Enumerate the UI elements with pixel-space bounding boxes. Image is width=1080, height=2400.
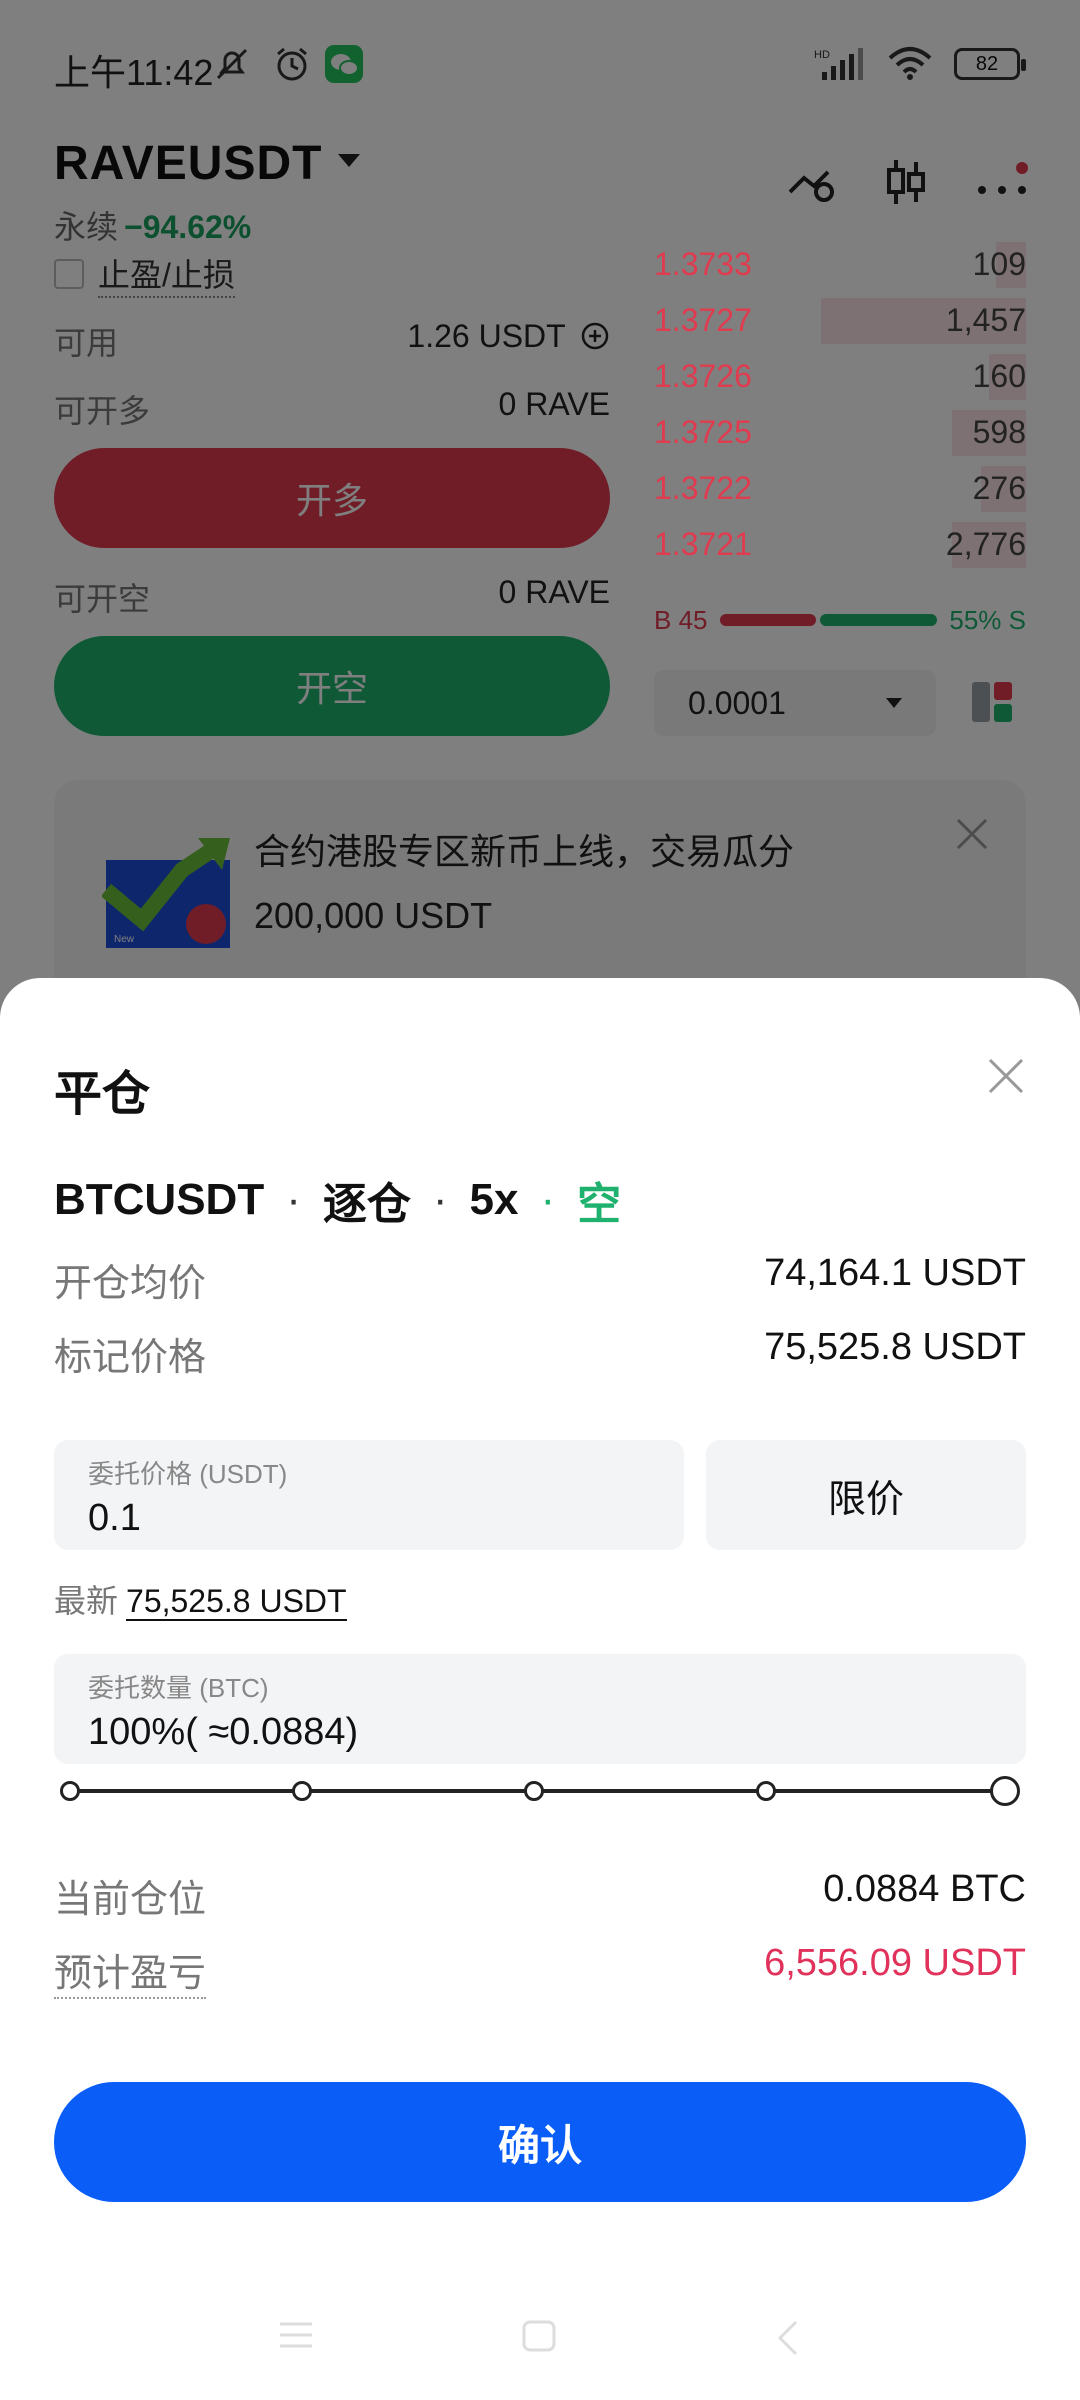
mark-price-row: 标记价格 75,525.8 USDT <box>54 1326 1026 1381</box>
slider-node-75[interactable] <box>756 1781 776 1801</box>
pnl-value: 6,556.09 USDT <box>764 1942 1026 1984</box>
margin-mode: 逐仓 <box>322 1180 411 1229</box>
ask-qty: 276 <box>972 469 1026 506</box>
screen: 上午11:42 HD <box>0 0 1080 2400</box>
position-summary: BTCUSDT · 逐仓 · 5x · 空 <box>54 1168 621 1232</box>
latest-value-link[interactable]: 75,525.8 USDT <box>126 1583 347 1621</box>
latest-label: 最新 <box>54 1583 119 1619</box>
system-nav-bar <box>0 2280 1080 2400</box>
qty-slider[interactable] <box>60 1776 1020 1806</box>
latest-price: 最新 75,525.8 USDT <box>54 1576 347 1622</box>
slider-node-50[interactable] <box>524 1781 544 1801</box>
menu-icon[interactable] <box>278 2320 314 2350</box>
close-position-sheet: 平仓 BTCUSDT · 逐仓 · 5x · 空 开仓均价 74,164.1 U… <box>0 978 1080 2400</box>
ask-price: 1.3727 <box>654 301 752 338</box>
ask-price: 1.3725 <box>654 413 752 450</box>
ask-price: 1.3722 <box>654 469 752 506</box>
slider-handle[interactable] <box>990 1776 1020 1806</box>
ask-qty: 160 <box>972 357 1026 394</box>
home-icon[interactable] <box>522 2320 556 2352</box>
avg-open-label: 开仓均价 <box>54 1263 207 1305</box>
close-icon[interactable] <box>986 1056 1026 1096</box>
separator-dot: · <box>286 1175 301 1224</box>
position-label: 当前仓位 <box>54 1879 207 1921</box>
slider-node-25[interactable] <box>292 1781 312 1801</box>
direction: 空 <box>577 1180 622 1229</box>
separator-dot: · <box>432 1175 448 1224</box>
order-type-button[interactable]: 限价 <box>706 1440 1026 1550</box>
avg-open-value: 74,164.1 USDT <box>764 1252 1026 1294</box>
order-qty-label: 委托数量 (BTC) <box>88 1673 269 1703</box>
order-qty-input[interactable]: 100%( ≈0.0884) <box>88 1711 992 1754</box>
pnl-label[interactable]: 预计盈亏 <box>54 1942 207 1999</box>
confirm-button[interactable]: 确认 <box>54 2082 1026 2202</box>
ask-price: 1.3721 <box>654 525 752 562</box>
back-icon[interactable] <box>776 2320 800 2356</box>
position-row: 当前仓位 0.0884 BTC <box>54 1868 1026 1923</box>
symbol: BTCUSDT <box>54 1175 265 1224</box>
separator-dot: · <box>540 1175 556 1224</box>
order-price-field[interactable]: 委托价格 (USDT) 0.1 <box>54 1440 684 1550</box>
ask-price: 1.3733 <box>654 245 752 282</box>
avg-open-row: 开仓均价 74,164.1 USDT <box>54 1252 1026 1307</box>
order-price-input[interactable]: 0.1 <box>88 1497 650 1540</box>
order-price-label: 委托价格 (USDT) <box>88 1459 288 1489</box>
ask-qty: 598 <box>972 413 1026 450</box>
position-value: 0.0884 BTC <box>823 1868 1026 1910</box>
sheet-title: 平仓 <box>54 1068 151 1121</box>
leverage: 5x <box>469 1175 519 1224</box>
mark-price-value: 75,525.8 USDT <box>764 1326 1026 1368</box>
ask-qty: 2,776 <box>945 525 1026 562</box>
ask-qty: 109 <box>972 245 1026 282</box>
ask-price: 1.3726 <box>654 357 752 394</box>
mark-price-label: 标记价格 <box>54 1337 207 1379</box>
slider-node-0[interactable] <box>60 1781 80 1801</box>
order-qty-field[interactable]: 委托数量 (BTC) 100%( ≈0.0884) <box>54 1654 1026 1764</box>
ask-qty: 1,457 <box>945 301 1026 338</box>
pnl-row: 预计盈亏 6,556.09 USDT <box>54 1942 1026 1999</box>
